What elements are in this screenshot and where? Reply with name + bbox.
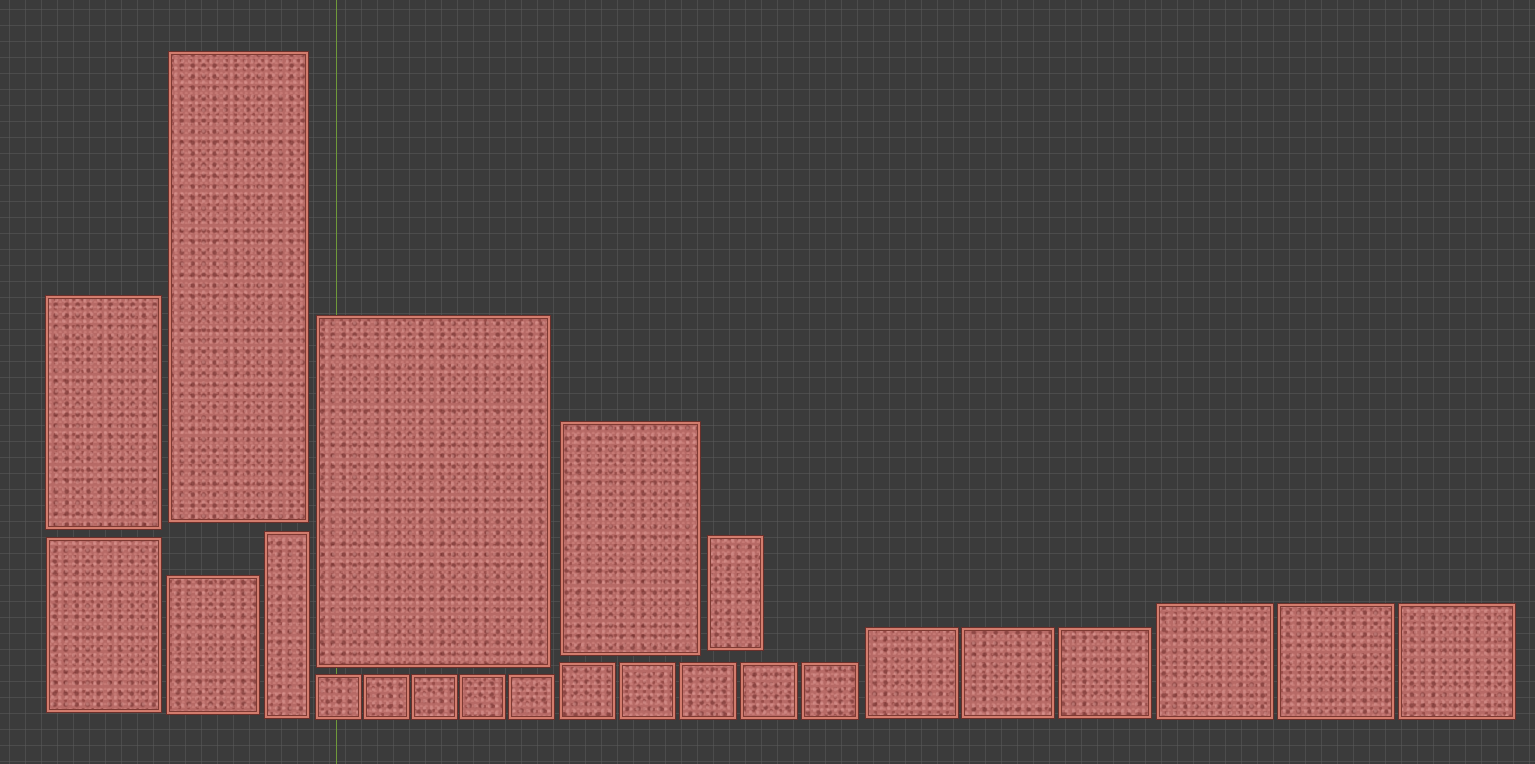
uv-island[interactable] (412, 675, 457, 719)
uv-island[interactable] (364, 675, 409, 719)
uv-island[interactable] (962, 628, 1054, 718)
uv-island[interactable] (167, 576, 259, 714)
uv-island[interactable] (561, 422, 700, 655)
uv-islands-layer (0, 0, 1535, 764)
uv-island[interactable] (560, 663, 615, 719)
uv-island[interactable] (265, 532, 309, 718)
uv-island[interactable] (802, 663, 858, 719)
uv-island[interactable] (708, 536, 763, 650)
uv-island[interactable] (317, 316, 550, 667)
uv-island[interactable] (460, 675, 505, 719)
uv-island[interactable] (680, 663, 736, 719)
uv-island[interactable] (866, 628, 958, 718)
uv-island[interactable] (1399, 604, 1515, 719)
uv-island[interactable] (509, 675, 554, 719)
uv-island[interactable] (1059, 628, 1151, 718)
uv-island[interactable] (169, 52, 308, 522)
uv-island[interactable] (47, 538, 161, 712)
uv-island[interactable] (1157, 604, 1273, 719)
uv-island[interactable] (620, 663, 675, 719)
uv-island[interactable] (741, 663, 797, 719)
uv-island[interactable] (316, 675, 361, 719)
uv-island[interactable] (46, 296, 161, 529)
uv-editor-viewport[interactable] (0, 0, 1535, 764)
uv-island[interactable] (1278, 604, 1394, 719)
